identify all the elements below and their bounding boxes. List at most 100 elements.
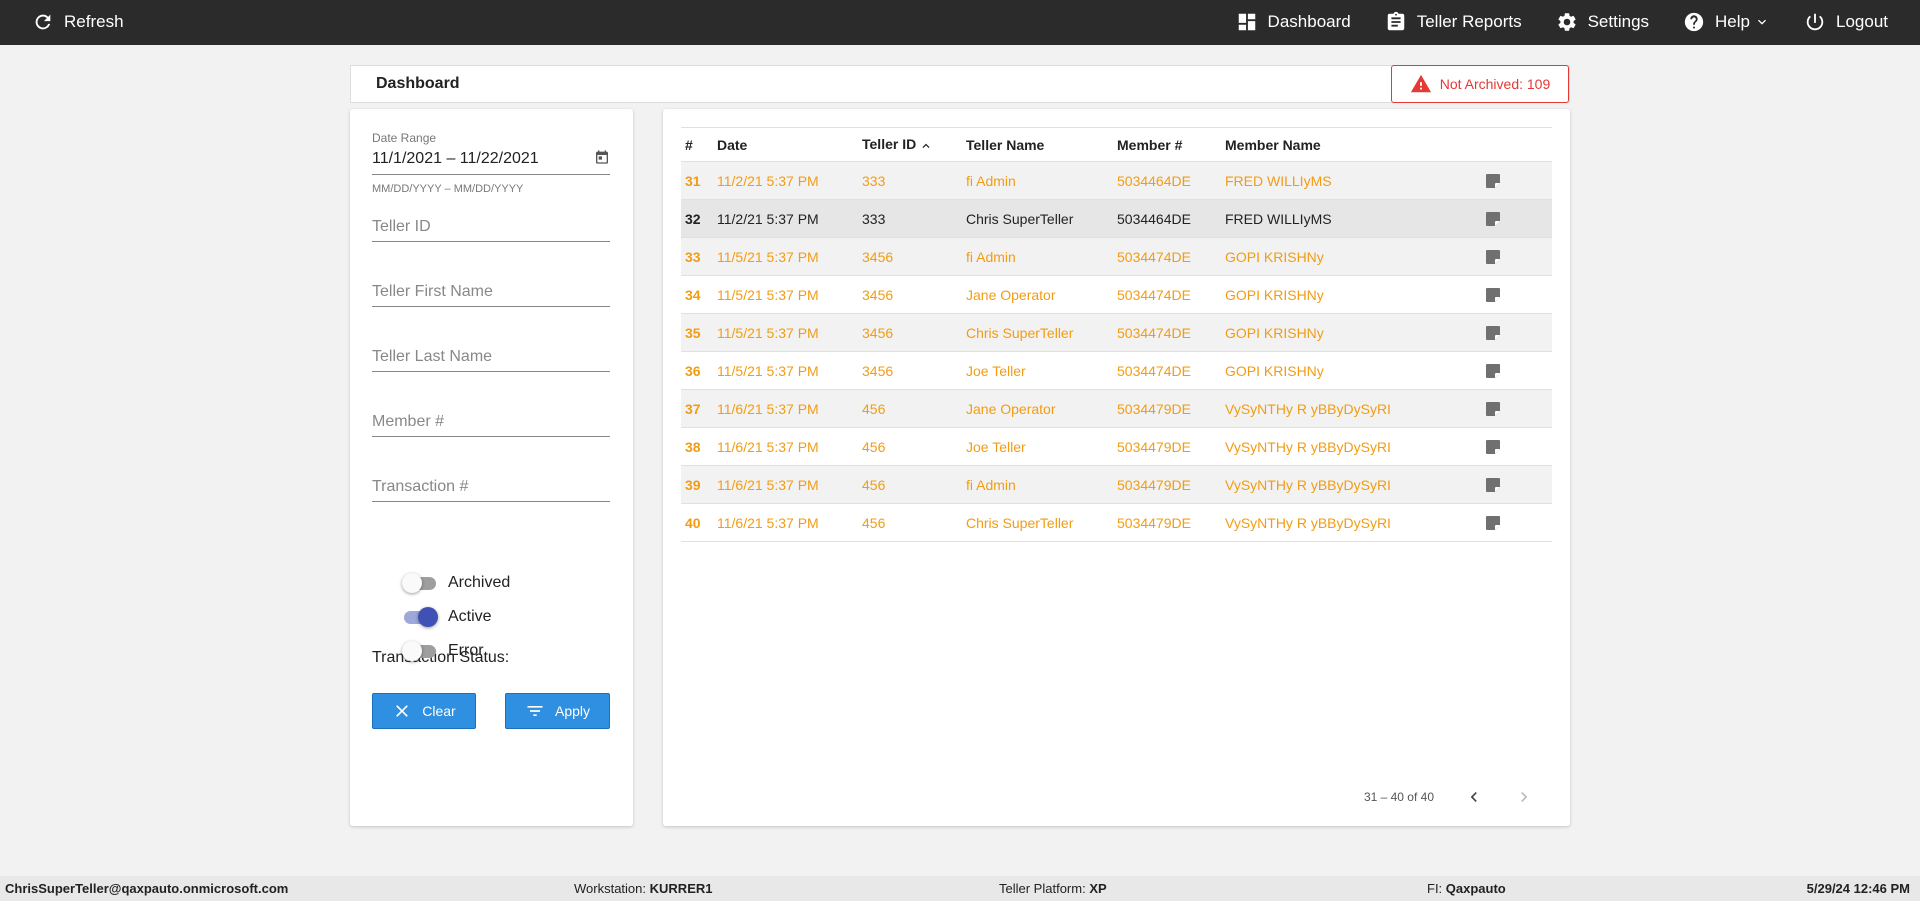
note-icon[interactable] bbox=[1485, 401, 1501, 417]
active-toggle[interactable] bbox=[402, 607, 438, 627]
error-toggle[interactable] bbox=[402, 641, 438, 661]
table-row[interactable]: 31 11/2/21 5:37 PM 333 fi Admin 5034464DE FRE… bbox=[681, 161, 1552, 200]
cell-teller-name: Jane Operator bbox=[966, 400, 1056, 417]
date-range-field[interactable]: Date Range 11/1/2021 – 11/22/2021 MM/DD/… bbox=[372, 131, 610, 195]
footer-fi-label: FI: bbox=[1427, 881, 1443, 896]
cell-member-num: 5034479DE bbox=[1117, 400, 1191, 417]
nav-help[interactable]: Help bbox=[1683, 11, 1770, 33]
footer-fi: FI: Qaxpauto bbox=[1427, 881, 1506, 896]
note-icon[interactable] bbox=[1485, 363, 1501, 379]
page-title: Dashboard bbox=[376, 75, 460, 92]
table-body: 31 11/2/21 5:37 PM 333 fi Admin 5034464DE FRE… bbox=[681, 161, 1552, 542]
warning-icon bbox=[1410, 74, 1431, 93]
cell-notes bbox=[1485, 428, 1552, 466]
table-row[interactable]: 40 11/6/21 5:37 PM 456 Chris SuperTeller 503… bbox=[681, 504, 1552, 542]
note-icon[interactable] bbox=[1485, 439, 1501, 455]
table-row[interactable]: 37 11/6/21 5:37 PM 456 Jane Operator 5034479… bbox=[681, 389, 1552, 428]
cell-teller-name: Joe Teller bbox=[966, 438, 1026, 455]
nav-teller-reports-label: Teller Reports bbox=[1416, 12, 1522, 31]
transaction-number-field[interactable]: Transaction # bbox=[372, 472, 610, 502]
table-row[interactable]: 38 11/6/21 5:37 PM 456 Joe Teller 5034479DE V… bbox=[681, 428, 1552, 466]
table-row[interactable]: 32 11/2/21 5:37 PM 333 Chris SuperTeller 503… bbox=[681, 199, 1552, 238]
toggle-error-row: Error bbox=[402, 641, 484, 661]
cell-member-num: 5034474DE bbox=[1117, 248, 1191, 265]
member-number-input[interactable]: Member # bbox=[372, 407, 610, 437]
clear-button[interactable]: Clear bbox=[372, 693, 476, 729]
cell-member-name: VySyNTHy R yBByDySyRI bbox=[1225, 438, 1391, 455]
cell-date: 11/2/21 5:37 PM bbox=[717, 172, 819, 189]
cell-member-num: 5034464DE bbox=[1117, 172, 1191, 189]
note-icon[interactable] bbox=[1485, 173, 1501, 189]
note-icon[interactable] bbox=[1485, 515, 1501, 531]
cell-teller-id: 456 bbox=[862, 400, 886, 417]
col-header-teller-id[interactable]: Teller ID bbox=[862, 128, 966, 162]
filter-panel: Date Range 11/1/2021 – 11/22/2021 MM/DD/… bbox=[350, 109, 633, 826]
chevron-left-icon bbox=[1470, 792, 1477, 802]
note-icon[interactable] bbox=[1485, 325, 1501, 341]
transactions-table: # Date Teller ID Teller Name Member # Me… bbox=[681, 127, 1552, 542]
cell-num: 36 bbox=[685, 362, 701, 379]
apply-button[interactable]: Apply bbox=[505, 693, 610, 729]
next-page-button[interactable] bbox=[1514, 787, 1534, 807]
col-header-member-num[interactable]: Member # bbox=[1117, 128, 1225, 162]
col-header-teller-name[interactable]: Teller Name bbox=[966, 128, 1117, 162]
transaction-number-input[interactable]: Transaction # bbox=[372, 472, 610, 502]
cell-member-num: 5034479DE bbox=[1117, 514, 1191, 531]
table-row[interactable]: 34 11/5/21 5:37 PM 3456 Jane Operator 503447… bbox=[681, 276, 1552, 314]
table-row[interactable]: 39 11/6/21 5:37 PM 456 fi Admin 5034479DE VyS… bbox=[681, 465, 1552, 504]
error-label: Error bbox=[448, 642, 484, 659]
not-archived-badge[interactable]: Not Archived: 109 bbox=[1391, 65, 1569, 103]
table-row[interactable]: 33 11/5/21 5:37 PM 3456 fi Admin 5034474DE GO… bbox=[681, 237, 1552, 276]
note-icon[interactable] bbox=[1485, 211, 1501, 227]
cell-notes bbox=[1485, 200, 1552, 238]
cell-num: 32 bbox=[685, 210, 701, 227]
nav-teller-reports[interactable]: Teller Reports bbox=[1385, 11, 1522, 33]
teller-first-name-field[interactable]: Teller First Name bbox=[372, 277, 610, 307]
cell-member-name: GOPI KRISHNy bbox=[1225, 286, 1324, 303]
teller-id-field[interactable]: Teller ID bbox=[372, 212, 610, 242]
cell-member-name: GOPI KRISHNy bbox=[1225, 324, 1324, 341]
cell-date: 11/5/21 5:37 PM bbox=[717, 248, 819, 265]
not-archived-label: Not Archived: 109 bbox=[1439, 76, 1551, 92]
cell-date: 11/5/21 5:37 PM bbox=[717, 286, 819, 303]
col-header-notes bbox=[1485, 128, 1552, 162]
cell-teller-name: Jane Operator bbox=[966, 286, 1056, 303]
table-row[interactable]: 36 11/5/21 5:37 PM 3456 Joe Teller 5034474DE… bbox=[681, 352, 1552, 390]
note-icon[interactable] bbox=[1485, 287, 1501, 303]
teller-first-name-input[interactable]: Teller First Name bbox=[372, 277, 610, 307]
calendar-icon[interactable] bbox=[594, 149, 610, 165]
close-icon bbox=[396, 705, 409, 717]
date-range-value[interactable]: 11/1/2021 – 11/22/2021 bbox=[372, 150, 539, 168]
nav-settings[interactable]: Settings bbox=[1556, 11, 1649, 33]
footer-user: ChrisSuperTeller@qaxpauto.onmicrosoft.co… bbox=[5, 881, 288, 896]
refresh-label: Refresh bbox=[64, 12, 124, 31]
nav-dashboard[interactable]: Dashboard bbox=[1236, 11, 1351, 33]
cell-num: 31 bbox=[685, 172, 701, 189]
teller-last-name-input[interactable]: Teller Last Name bbox=[372, 342, 610, 372]
paging-range: 31 – 40 of 40 bbox=[1363, 790, 1434, 804]
col-header-member-name[interactable]: Member Name bbox=[1225, 128, 1485, 162]
cell-teller-id: 3456 bbox=[862, 324, 894, 341]
footer-fi-value: Qaxpauto bbox=[1445, 881, 1506, 896]
note-icon[interactable] bbox=[1485, 477, 1501, 493]
cell-teller-name: Chris SuperTeller bbox=[966, 514, 1074, 531]
filter-icon bbox=[527, 706, 543, 716]
cell-member-num: 5034474DE bbox=[1117, 286, 1191, 303]
cell-num: 39 bbox=[685, 476, 701, 493]
member-number-field[interactable]: Member # bbox=[372, 407, 610, 437]
cell-notes bbox=[1485, 238, 1552, 276]
col-header-date[interactable]: Date bbox=[717, 128, 862, 162]
refresh-button[interactable]: Refresh bbox=[32, 11, 124, 33]
prev-page-button[interactable] bbox=[1464, 787, 1484, 807]
teller-id-input[interactable]: Teller ID bbox=[372, 212, 610, 242]
pagination: 31 – 40 of 40 bbox=[1364, 787, 1534, 807]
footer-datetime: 5/29/24 12:46 PM bbox=[1807, 881, 1910, 896]
archived-toggle[interactable] bbox=[402, 573, 438, 593]
table-row[interactable]: 35 11/5/21 5:37 PM 3456 Chris SuperTeller 50… bbox=[681, 313, 1552, 352]
col-header-num[interactable]: # bbox=[681, 128, 717, 162]
teller-last-name-field[interactable]: Teller Last Name bbox=[372, 342, 610, 372]
nav-logout[interactable]: Logout bbox=[1804, 11, 1888, 33]
cell-date: 11/6/21 5:37 PM bbox=[717, 514, 819, 531]
cell-date: 11/2/21 5:37 PM bbox=[717, 210, 819, 227]
note-icon[interactable] bbox=[1485, 249, 1501, 265]
